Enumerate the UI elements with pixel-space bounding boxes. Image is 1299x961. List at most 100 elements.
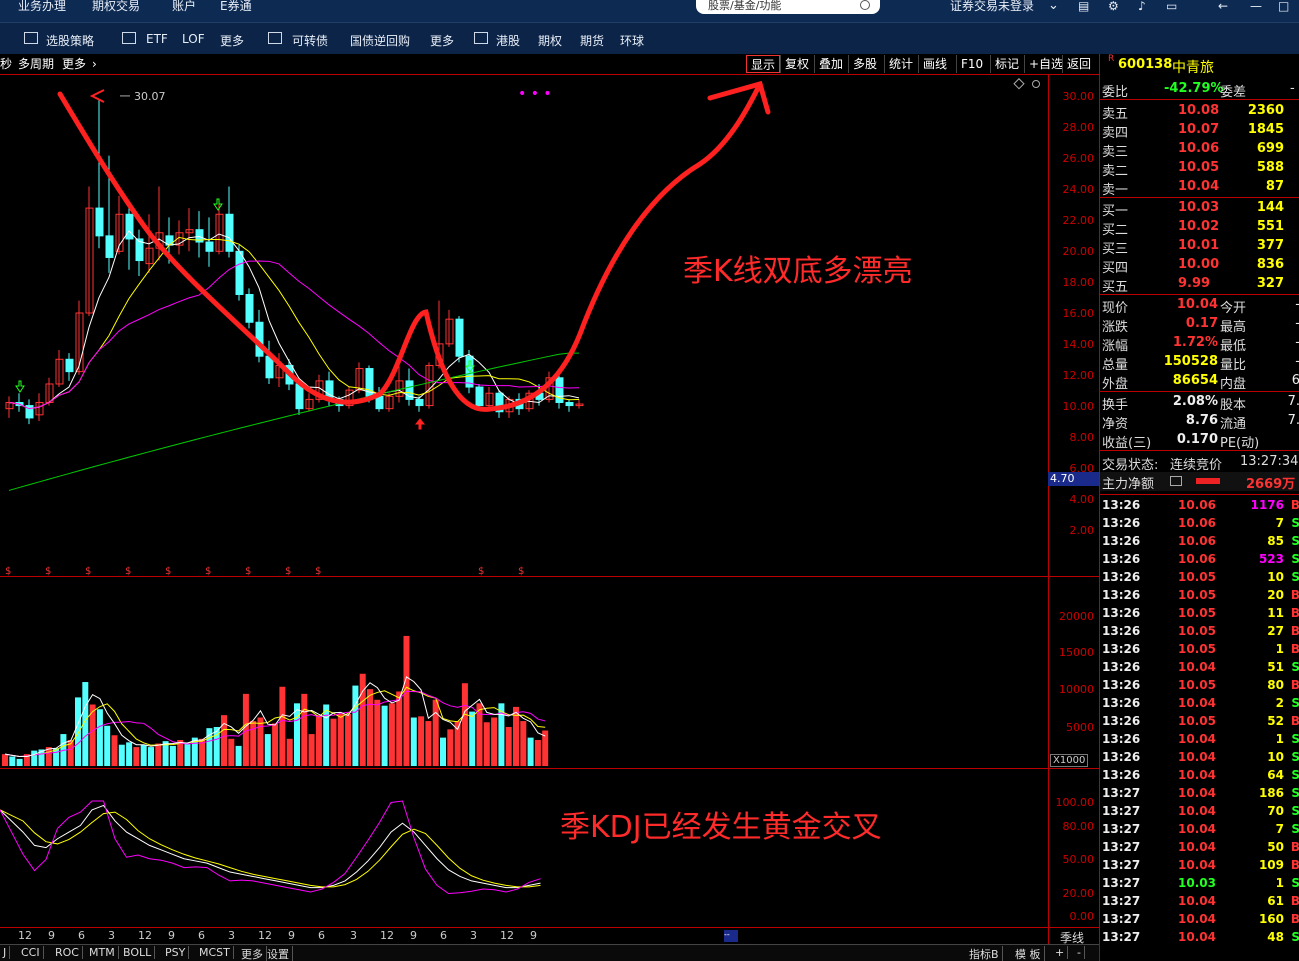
asks-row[interactable]: 卖四 10.07 1845	[1100, 121, 1299, 141]
chart-action-2[interactable]: 叠加	[814, 55, 847, 73]
chart-action-5[interactable]: 画线	[918, 55, 951, 73]
asks-price: 10.08	[1178, 103, 1220, 118]
tool-etf[interactable]: ETF	[146, 32, 168, 46]
main-flow-row[interactable]: 主力净额 2669万	[1100, 472, 1299, 492]
asks-row[interactable]: 卖五 10.08 2360	[1100, 102, 1299, 122]
document-icon[interactable]: ▤	[1078, 0, 1089, 12]
search-icon[interactable]	[860, 0, 870, 10]
quote-row: 现价 10.04今开 -	[1100, 296, 1299, 316]
divider	[1100, 450, 1299, 451]
search-input[interactable]: 股票/基金/功能	[696, 0, 880, 14]
volume-bar	[148, 747, 154, 766]
asks-label: 卖五	[1102, 107, 1129, 122]
quote-value2: -	[1295, 297, 1299, 312]
volume-bar	[483, 722, 490, 766]
tool-options[interactable]: 期权	[538, 32, 562, 49]
menu-e-voucher[interactable]: E券通	[220, 0, 252, 12]
tool-convertible-bond[interactable]: 可转债	[292, 32, 328, 49]
menu-business[interactable]: 业务办理	[18, 0, 66, 12]
chart-action-1[interactable]: 复权	[780, 55, 813, 73]
tool-global[interactable]: 环球	[620, 32, 644, 49]
quote-row: 外盘 86654 内盘 6	[1100, 372, 1299, 392]
chart-action-3[interactable]: 多股	[848, 55, 881, 73]
asks-row[interactable]: 卖一 10.04 87	[1100, 178, 1299, 198]
trade-status-label: 交易状态:	[1102, 458, 1159, 473]
menu-account[interactable]: 账户	[172, 0, 196, 12]
bids-row[interactable]: 买二 10.02 551	[1100, 218, 1299, 238]
bottom-right-tab[interactable]: -	[1074, 946, 1085, 959]
volume-bar	[381, 705, 388, 766]
tab-multi-period[interactable]: 多周期	[14, 55, 58, 73]
tick-volume: 52	[1267, 714, 1284, 728]
tab-more[interactable]: 更多	[58, 55, 90, 73]
indicator-tab-cci[interactable]: CCI	[18, 946, 44, 959]
gear-icon[interactable]: ⚙	[1108, 0, 1119, 12]
menu-options-trade[interactable]: 期权交易	[92, 0, 140, 12]
chevron-right-icon[interactable]: ›	[88, 55, 101, 73]
indicator-tab-mtm[interactable]: MTM	[86, 946, 119, 959]
tool-more-1[interactable]: 更多	[220, 32, 244, 49]
stock-chart[interactable]: 30.07 • • •	[0, 74, 1048, 944]
stock-header[interactable]: R 600138 中青旅	[1100, 54, 1299, 76]
indicator-tab-更多[interactable]: 更多	[238, 946, 267, 961]
chart-action-7[interactable]: 标记	[990, 55, 1023, 73]
bids-row[interactable]: 买四 10.00 836	[1100, 256, 1299, 276]
bell-icon[interactable]: ♪	[1138, 0, 1146, 12]
tick-price: 10.05	[1178, 642, 1216, 656]
bottom-right-tab[interactable]: 指标B	[966, 946, 1003, 961]
bids-row[interactable]: 买一 10.03 144	[1100, 199, 1299, 219]
tool-more-2[interactable]: 更多	[430, 32, 454, 49]
minimize-icon[interactable]: —	[1250, 0, 1262, 12]
window-icon[interactable]: ▭	[1166, 0, 1177, 12]
volume-bar	[257, 717, 264, 766]
asks-label: 卖四	[1102, 126, 1129, 141]
bids-row[interactable]: 买五 9.99 327	[1100, 275, 1299, 295]
dot-marker: • • •	[518, 86, 552, 102]
asks-row[interactable]: 卖三 10.06 699	[1100, 140, 1299, 160]
tick-side: B	[1290, 912, 1299, 926]
candle-body	[205, 241, 214, 252]
tick-side: B	[1290, 840, 1299, 854]
tick-time: 13:26	[1102, 624, 1141, 638]
bids-row[interactable]: 买三 10.01 377	[1100, 237, 1299, 257]
tool-futures[interactable]: 期货	[580, 32, 604, 49]
tick-time: 13:26	[1102, 732, 1141, 746]
order-diff-label: 委差	[1220, 85, 1247, 100]
tool-reverse-repo[interactable]: 国债逆回购	[350, 32, 410, 49]
maximize-icon[interactable]: □	[1278, 0, 1289, 12]
chart-action-0[interactable]: 显示	[746, 55, 781, 73]
bottom-right-tab[interactable]: +	[1052, 946, 1069, 959]
tick-time: 13:26	[1102, 498, 1141, 512]
tick-volume: 48	[1267, 930, 1284, 944]
indicator-tab-roc[interactable]: ROC	[52, 946, 83, 959]
volume-bar	[235, 745, 242, 766]
indicator-tab-设置[interactable]: 设置	[264, 946, 293, 961]
strategy-icon	[24, 32, 38, 44]
x-axis-label: 9	[48, 929, 55, 942]
chevron-down-icon[interactable]: ⌄	[1048, 0, 1059, 12]
stock-name: 中青旅	[1172, 60, 1214, 76]
tick-side: B	[1290, 498, 1299, 512]
chart-action-6[interactable]: F10	[956, 55, 987, 73]
scroll-indicator[interactable]: --	[724, 930, 738, 942]
login-status[interactable]: 证券交易未登录	[950, 0, 1034, 12]
tick-time: 13:27	[1102, 930, 1141, 944]
bottom-right-tab[interactable]: 模 板	[1012, 946, 1045, 961]
indicator-tab-mcst[interactable]: MCST	[196, 946, 234, 959]
asks-row[interactable]: 卖二 10.05 588	[1100, 159, 1299, 179]
indicator-tab-boll[interactable]: BOLL	[120, 946, 156, 959]
indicator-tab-psy[interactable]: PSY	[162, 946, 190, 959]
tool-stock-strategy[interactable]: 选股策略	[46, 32, 94, 49]
chart-action-4[interactable]: 统计	[884, 55, 917, 73]
tool-lof[interactable]: LOF	[182, 32, 205, 46]
chart-action-9[interactable]: 返回	[1062, 55, 1095, 73]
main-flow-label: 主力净额	[1102, 477, 1155, 492]
tool-hk-stock[interactable]: 港股	[496, 32, 520, 49]
asks-volume: 87	[1265, 179, 1284, 194]
tick-volume: 1	[1275, 642, 1284, 656]
kdj-axis-label: 100.00	[1055, 796, 1095, 809]
chart-action-8[interactable]: +自选	[1024, 55, 1067, 73]
indicator-tab-j[interactable]: J	[0, 946, 11, 959]
quote2-value2: 7.	[1287, 394, 1299, 409]
back-arrow-icon[interactable]: ←	[1218, 0, 1228, 12]
